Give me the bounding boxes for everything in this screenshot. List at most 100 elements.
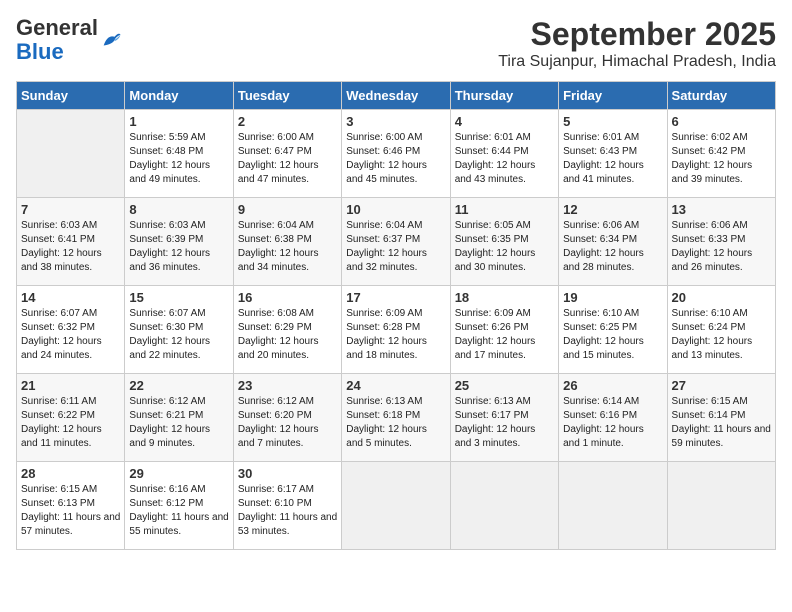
week-row-2: 7Sunrise: 6:03 AMSunset: 6:41 PMDaylight… — [17, 198, 776, 286]
calendar-cell: 22 Sunrise: 6:12 AMSunset: 6:21 PMDayligh… — [125, 374, 233, 462]
calendar-cell: 30 Sunrise: 6:17 AMSunset: 6:10 PMDayligh… — [233, 462, 341, 550]
calendar-cell — [450, 462, 558, 550]
day-info: Sunrise: 6:10 AMSunset: 6:24 PMDaylight:… — [672, 307, 771, 363]
day-info: Sunrise: 6:09 AMSunset: 6:26 PMDaylight:… — [455, 307, 554, 363]
day-number: 23 — [238, 378, 337, 393]
day-number: 24 — [346, 378, 445, 393]
calendar-cell: 14 Sunrise: 6:07 AMSunset: 6:32 PMDayligh… — [17, 286, 125, 374]
day-info: Sunrise: 6:01 AMSunset: 6:43 PMDaylight:… — [563, 131, 662, 187]
day-number: 9 — [238, 202, 337, 217]
weekday-header-row: SundayMondayTuesdayWednesdayThursdayFrid… — [17, 82, 776, 110]
day-info: Sunrise: 6:14 AMSunset: 6:16 PMDaylight:… — [563, 395, 662, 451]
day-number: 14 — [21, 290, 120, 305]
calendar-cell: 29Sunrise: 6:16 AMSunset: 6:12 PMDayligh… — [125, 462, 233, 550]
calendar-cell: 7Sunrise: 6:03 AMSunset: 6:41 PMDaylight… — [17, 198, 125, 286]
logo-blue: Blue — [16, 39, 64, 64]
day-info: Sunrise: 6:04 AMSunset: 6:37 PMDaylight:… — [346, 219, 445, 275]
calendar-cell: 21 Sunrise: 6:11 AMSunset: 6:22 PMDayligh… — [17, 374, 125, 462]
day-info: Sunrise: 5:59 AMSunset: 6:48 PMDaylight:… — [129, 131, 228, 187]
calendar-cell: 25 Sunrise: 6:13 AMSunset: 6:17 PMDayligh… — [450, 374, 558, 462]
calendar-cell: 10 Sunrise: 6:04 AMSunset: 6:37 PMDayligh… — [342, 198, 450, 286]
weekday-header-sunday: Sunday — [17, 82, 125, 110]
calendar-table: SundayMondayTuesdayWednesdayThursdayFrid… — [16, 81, 776, 550]
day-number: 10 — [346, 202, 445, 217]
calendar-cell: 15 Sunrise: 6:07 AMSunset: 6:30 PMDayligh… — [125, 286, 233, 374]
day-info: Sunrise: 6:01 AMSunset: 6:44 PMDaylight:… — [455, 131, 554, 187]
week-row-4: 21 Sunrise: 6:11 AMSunset: 6:22 PMDayligh… — [17, 374, 776, 462]
day-number: 5 — [563, 114, 662, 129]
day-info: Sunrise: 6:08 AMSunset: 6:29 PMDaylight:… — [238, 307, 337, 363]
day-info: Sunrise: 6:06 AMSunset: 6:33 PMDaylight:… — [672, 219, 771, 275]
day-info: Sunrise: 6:04 AMSunset: 6:38 PMDaylight:… — [238, 219, 337, 275]
day-number: 13 — [672, 202, 771, 217]
day-info: Sunrise: 6:02 AMSunset: 6:42 PMDaylight:… — [672, 131, 771, 187]
calendar-cell: 2Sunrise: 6:00 AMSunset: 6:47 PMDaylight… — [233, 110, 341, 198]
day-number: 26 — [563, 378, 662, 393]
day-number: 6 — [672, 114, 771, 129]
calendar-cell: 3 Sunrise: 6:00 AMSunset: 6:46 PMDaylight… — [342, 110, 450, 198]
week-row-3: 14 Sunrise: 6:07 AMSunset: 6:32 PMDayligh… — [17, 286, 776, 374]
day-number: 17 — [346, 290, 445, 305]
day-info: Sunrise: 6:10 AMSunset: 6:25 PMDaylight:… — [563, 307, 662, 363]
day-info: Sunrise: 6:00 AMSunset: 6:47 PMDaylight:… — [238, 131, 337, 187]
weekday-header-saturday: Saturday — [667, 82, 775, 110]
day-info: Sunrise: 6:05 AMSunset: 6:35 PMDaylight:… — [455, 219, 554, 275]
day-info: Sunrise: 6:15 AMSunset: 6:13 PMDaylight:… — [21, 483, 120, 539]
calendar-cell: 8Sunrise: 6:03 AMSunset: 6:39 PMDaylight… — [125, 198, 233, 286]
page-header: General Blue September 2025 Tira Sujanpu… — [16, 16, 776, 71]
week-row-1: 1 Sunrise: 5:59 AMSunset: 6:48 PMDaylight… — [17, 110, 776, 198]
day-info: Sunrise: 6:07 AMSunset: 6:32 PMDaylight:… — [21, 307, 120, 363]
calendar-cell: 13 Sunrise: 6:06 AMSunset: 6:33 PMDayligh… — [667, 198, 775, 286]
day-info: Sunrise: 6:13 AMSunset: 6:18 PMDaylight:… — [346, 395, 445, 451]
day-number: 27 — [672, 378, 771, 393]
calendar-cell: 17 Sunrise: 6:09 AMSunset: 6:28 PMDayligh… — [342, 286, 450, 374]
day-info: Sunrise: 6:17 AMSunset: 6:10 PMDaylight:… — [238, 483, 337, 539]
calendar-cell: 23Sunrise: 6:12 AMSunset: 6:20 PMDayligh… — [233, 374, 341, 462]
calendar-cell: 9 Sunrise: 6:04 AMSunset: 6:38 PMDaylight… — [233, 198, 341, 286]
day-number: 11 — [455, 202, 554, 217]
day-number: 15 — [129, 290, 228, 305]
day-number: 18 — [455, 290, 554, 305]
day-info: Sunrise: 6:13 AMSunset: 6:17 PMDaylight:… — [455, 395, 554, 451]
day-info: Sunrise: 6:09 AMSunset: 6:28 PMDaylight:… — [346, 307, 445, 363]
day-number: 21 — [21, 378, 120, 393]
logo: General Blue — [16, 16, 124, 64]
logo-text: General Blue — [16, 16, 98, 64]
location-title: Tira Sujanpur, Himachal Pradesh, India — [498, 53, 776, 71]
day-number: 19 — [563, 290, 662, 305]
calendar-cell: 27 Sunrise: 6:15 AMSunset: 6:14 PMDayligh… — [667, 374, 775, 462]
day-info: Sunrise: 6:12 AMSunset: 6:21 PMDaylight:… — [129, 395, 228, 451]
calendar-cell — [17, 110, 125, 198]
day-info: Sunrise: 6:11 AMSunset: 6:22 PMDaylight:… — [21, 395, 120, 451]
logo-general: General — [16, 15, 98, 40]
day-number: 1 — [129, 114, 228, 129]
day-number: 30 — [238, 466, 337, 481]
day-number: 20 — [672, 290, 771, 305]
title-area: September 2025 Tira Sujanpur, Himachal P… — [498, 16, 776, 71]
day-number: 28 — [21, 466, 120, 481]
weekday-header-wednesday: Wednesday — [342, 82, 450, 110]
calendar-cell: 12Sunrise: 6:06 AMSunset: 6:34 PMDayligh… — [559, 198, 667, 286]
day-info: Sunrise: 6:07 AMSunset: 6:30 PMDaylight:… — [129, 307, 228, 363]
day-number: 29 — [129, 466, 228, 481]
week-row-5: 28 Sunrise: 6:15 AMSunset: 6:13 PMDayligh… — [17, 462, 776, 550]
calendar-cell — [342, 462, 450, 550]
day-info: Sunrise: 6:03 AMSunset: 6:39 PMDaylight:… — [129, 219, 228, 275]
day-info: Sunrise: 6:15 AMSunset: 6:14 PMDaylight:… — [672, 395, 771, 451]
calendar-cell: 1 Sunrise: 5:59 AMSunset: 6:48 PMDaylight… — [125, 110, 233, 198]
day-number: 25 — [455, 378, 554, 393]
day-number: 3 — [346, 114, 445, 129]
calendar-cell: 16Sunrise: 6:08 AMSunset: 6:29 PMDayligh… — [233, 286, 341, 374]
month-title: September 2025 — [498, 16, 776, 53]
day-number: 4 — [455, 114, 554, 129]
weekday-header-tuesday: Tuesday — [233, 82, 341, 110]
calendar-cell: 26 Sunrise: 6:14 AMSunset: 6:16 PMDayligh… — [559, 374, 667, 462]
day-info: Sunrise: 6:06 AMSunset: 6:34 PMDaylight:… — [563, 219, 662, 275]
calendar-cell: 20 Sunrise: 6:10 AMSunset: 6:24 PMDayligh… — [667, 286, 775, 374]
calendar-cell: 24 Sunrise: 6:13 AMSunset: 6:18 PMDayligh… — [342, 374, 450, 462]
calendar-cell: 19 Sunrise: 6:10 AMSunset: 6:25 PMDayligh… — [559, 286, 667, 374]
day-info: Sunrise: 6:00 AMSunset: 6:46 PMDaylight:… — [346, 131, 445, 187]
day-number: 22 — [129, 378, 228, 393]
calendar-cell: 18 Sunrise: 6:09 AMSunset: 6:26 PMDayligh… — [450, 286, 558, 374]
calendar-cell: 28 Sunrise: 6:15 AMSunset: 6:13 PMDayligh… — [17, 462, 125, 550]
